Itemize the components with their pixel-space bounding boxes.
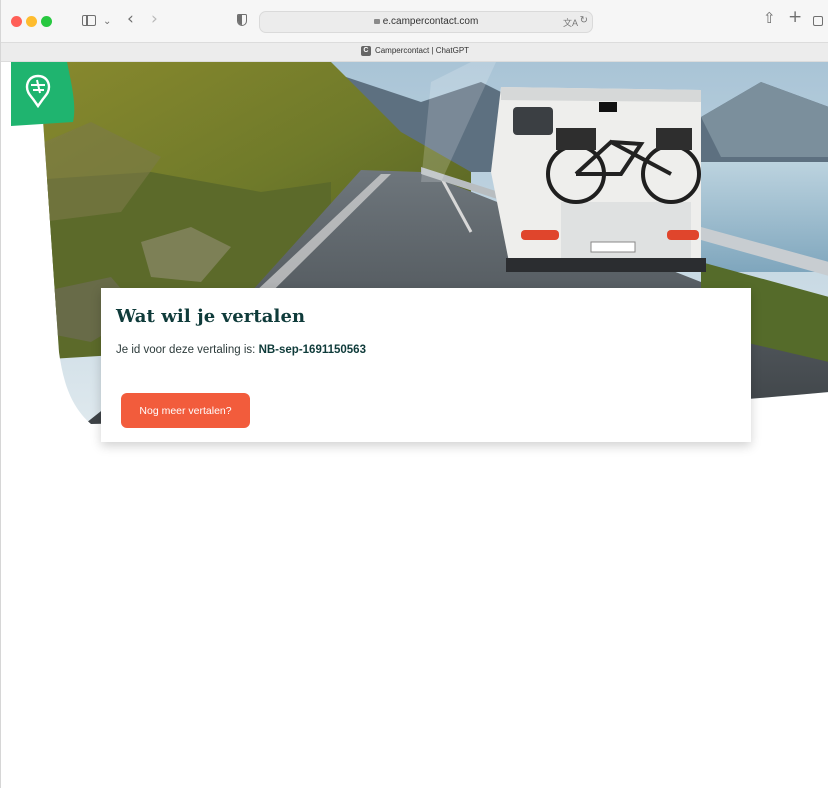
chevron-left-icon[interactable]: ‹ — [127, 11, 134, 28]
favicon-icon: C — [360, 46, 371, 56]
active-tab[interactable]: C Campercontact | ChatGPT — [1, 46, 828, 56]
lock-icon — [373, 19, 380, 24]
browser-toolbar: ⌄ ‹ › e.campercontact.com 文A ↻ ⇧ + — [1, 0, 828, 42]
zoom-window-button[interactable] — [41, 16, 52, 27]
share-icon[interactable]: ⇧ — [763, 11, 776, 26]
translation-id-text: Je id voor deze vertaling is: NB-sep-169… — [116, 344, 366, 356]
shield-icon[interactable] — [237, 14, 247, 26]
url-text: e.campercontact.com — [382, 16, 479, 27]
page-content: Wat wil je vertalen Je id voor deze vert… — [1, 62, 828, 788]
close-window-button[interactable] — [11, 16, 22, 27]
minimize-window-button[interactable] — [26, 16, 37, 27]
chevron-right-icon[interactable]: › — [151, 11, 158, 28]
reload-icon[interactable]: ↻ — [580, 15, 588, 26]
chevron-down-icon[interactable]: ⌄ — [103, 15, 111, 29]
card-title: Wat wil je vertalen — [116, 306, 306, 327]
tab-title: Campercontact | ChatGPT — [374, 46, 470, 56]
translation-id-value: NB-sep-1691150563 — [258, 344, 366, 356]
campercontact-logo[interactable] — [11, 62, 77, 126]
browser-window: ⌄ ‹ › e.campercontact.com 文A ↻ ⇧ + C Camp… — [0, 0, 828, 788]
translation-id-label: Je id voor deze vertaling is: — [116, 344, 256, 356]
more-translations-button[interactable]: Nog meer vertalen? — [121, 393, 250, 428]
address-bar[interactable]: e.campercontact.com 文A ↻ — [259, 11, 593, 33]
translation-card: Wat wil je vertalen Je id voor deze vert… — [101, 288, 751, 442]
plus-icon[interactable]: + — [788, 9, 802, 26]
tab-overview-icon[interactable] — [813, 16, 823, 26]
tab-bar: C Campercontact | ChatGPT — [1, 42, 828, 62]
sidebar-icon[interactable] — [82, 15, 96, 26]
translate-icon[interactable]: 文A — [563, 16, 578, 29]
url-display: e.campercontact.com — [260, 16, 592, 27]
